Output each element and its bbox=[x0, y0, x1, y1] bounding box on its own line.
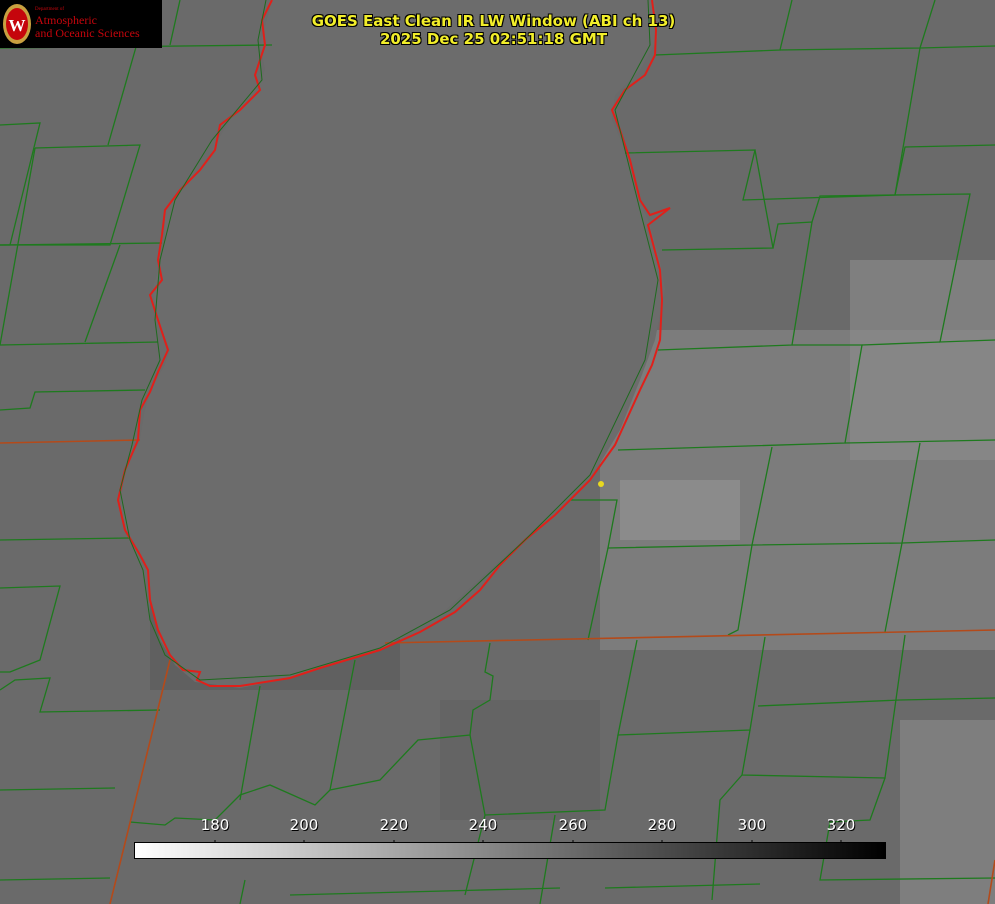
colorbar-tick-label: 180 bbox=[200, 816, 230, 834]
colorbar bbox=[134, 842, 886, 859]
colorbar-tick-label: 320 bbox=[826, 816, 856, 834]
image-title: GOES East Clean IR LW Window (ABI ch 13) bbox=[311, 12, 676, 30]
colorbar-tick-label: 300 bbox=[737, 816, 767, 834]
colorbar-tick-label: 240 bbox=[468, 816, 498, 834]
colorbar-tick-label: 200 bbox=[289, 816, 319, 834]
image-timestamp: 2025 Dec 25 02:51:18 GMT bbox=[379, 30, 608, 48]
satellite-map[interactable] bbox=[0, 0, 995, 904]
colorbar-tick-label: 280 bbox=[647, 816, 677, 834]
point-marker bbox=[598, 481, 604, 487]
colorbar-tick-label: 220 bbox=[379, 816, 409, 834]
colorbar-tick-label: 260 bbox=[558, 816, 588, 834]
